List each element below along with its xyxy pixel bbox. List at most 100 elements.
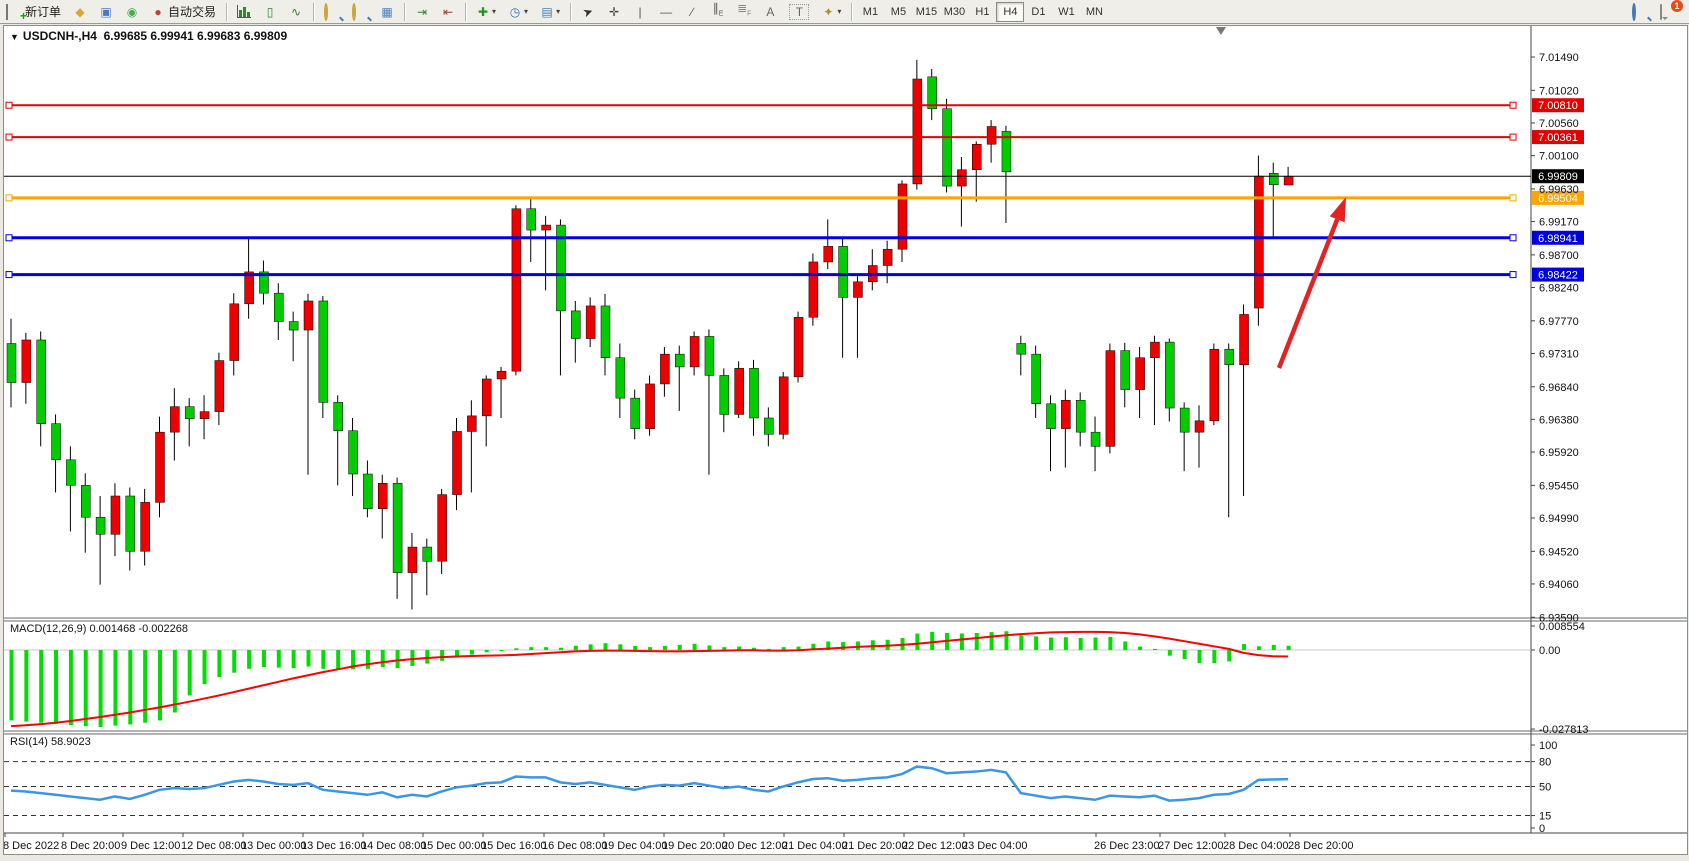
candlestick — [972, 144, 981, 170]
period-button-m15[interactable]: M15 — [912, 2, 940, 22]
candlestick — [779, 377, 788, 434]
candlestick — [334, 402, 343, 430]
line-chart-button[interactable]: ∿ — [284, 1, 308, 23]
candlestick — [1195, 421, 1204, 432]
periods-clock-button[interactable]: ◷▾ — [503, 1, 533, 23]
candlestick — [1210, 349, 1219, 421]
zoom-in-button[interactable] — [319, 1, 345, 23]
hline-endpoint-marker[interactable] — [1510, 272, 1516, 278]
chart-shift-marker[interactable] — [1216, 27, 1226, 35]
hline-endpoint-marker[interactable] — [1510, 235, 1516, 241]
candlestick — [957, 170, 966, 186]
cursor-button[interactable]: ➤ — [576, 1, 600, 23]
period-button-w1[interactable]: W1 — [1052, 2, 1080, 22]
time-tick-label: 8 Dec 20:00 — [61, 840, 120, 852]
price-tick-label: 6.94060 — [1539, 579, 1579, 591]
candlestick — [1240, 314, 1249, 364]
period-button-m5[interactable]: M5 — [884, 2, 912, 22]
signals-button[interactable]: ◉ — [120, 1, 144, 23]
hline-endpoint-marker[interactable] — [6, 272, 12, 278]
hline-endpoint-marker[interactable] — [6, 102, 12, 108]
trend-arrow[interactable] — [1279, 219, 1337, 368]
candlestick — [289, 322, 298, 331]
macd-bar — [871, 640, 875, 650]
collapse-icon[interactable]: ▼ — [10, 32, 19, 42]
trend-arrow-head[interactable] — [1330, 197, 1346, 222]
crosshair-button[interactable]: ✛ — [602, 1, 626, 23]
macd-bar — [1287, 646, 1291, 650]
ohlc-values: 6.99685 6.99941 6.99683 6.99809 — [104, 29, 288, 43]
equidistant-channel-button[interactable]: ∥E — [706, 1, 730, 23]
chart-shift-button[interactable]: ⇤ — [436, 1, 460, 23]
search-button[interactable] — [1627, 1, 1653, 23]
macd-bar — [1183, 650, 1187, 659]
time-tick-label: 20 Dec 12:00 — [722, 840, 787, 852]
auto-scroll-button[interactable]: ⇥ — [410, 1, 434, 23]
templates-button[interactable]: ▤▾ — [535, 1, 565, 23]
tile-windows-button[interactable]: ▦ — [375, 1, 399, 23]
period-button-d1[interactable]: D1 — [1024, 2, 1052, 22]
price-tick-label: 6.99170 — [1539, 217, 1579, 229]
candlestick — [170, 407, 179, 433]
candlestick — [7, 344, 16, 383]
price-badge-label: 6.99809 — [1538, 171, 1578, 183]
arrows-button[interactable]: ✦▾ — [816, 1, 846, 23]
macd-bar — [54, 650, 58, 724]
period-button-h1[interactable]: H1 — [968, 2, 996, 22]
candlestick — [1284, 176, 1293, 185]
price-tick-label: 6.98700 — [1539, 250, 1579, 262]
notification-badge: 1 — [1671, 0, 1683, 12]
trend-line-button[interactable]: ∕ — [680, 1, 704, 23]
macd-bar — [960, 634, 964, 650]
candle-chart-button[interactable]: ▯ — [258, 1, 282, 23]
candlestick — [1091, 432, 1100, 446]
price-tick-label: 6.96840 — [1539, 382, 1579, 394]
charts-button[interactable]: ◆ — [68, 1, 92, 23]
vertical-line-button[interactable]: | — [628, 1, 652, 23]
period-button-m30[interactable]: M30 — [940, 2, 968, 22]
macd-bar — [485, 650, 489, 652]
candlestick — [943, 109, 952, 186]
macd-bar — [307, 650, 311, 666]
macd-bar — [1123, 641, 1127, 650]
notifications-button[interactable]: 1 — [1655, 1, 1681, 23]
macd-bar — [336, 650, 340, 669]
hline-endpoint-marker[interactable] — [1510, 134, 1516, 140]
macd-bar — [604, 643, 608, 650]
macd-bar — [1034, 636, 1038, 650]
text-label-button[interactable]: T — [784, 1, 814, 23]
candlestick — [809, 262, 818, 317]
horizontal-line-icon: — — [659, 5, 673, 19]
fibonacci-button[interactable]: ≣F — [732, 1, 756, 23]
horizontal-line-button[interactable]: — — [654, 1, 678, 23]
macd-bar — [321, 650, 325, 669]
hline-endpoint-marker[interactable] — [6, 195, 12, 201]
candlestick — [52, 424, 61, 460]
chat-icon: 1 — [1660, 5, 1676, 19]
terminal-button[interactable]: ▣ — [94, 1, 118, 23]
new-order-button[interactable]: 新订单 — [1, 1, 66, 23]
period-button-m1[interactable]: M1 — [856, 2, 884, 22]
macd-bar — [915, 634, 919, 650]
macd-bar — [173, 650, 177, 713]
hline-endpoint-marker[interactable] — [1510, 102, 1516, 108]
search-icon — [1632, 5, 1648, 19]
period-button-h4[interactable]: H4 — [996, 2, 1024, 22]
time-tick-label: 23 Dec 04:00 — [962, 840, 1027, 852]
zoom-out-button[interactable] — [347, 1, 373, 23]
time-tick-label: 19 Dec 04:00 — [602, 840, 667, 852]
time-tick-label: 27 Dec 12:00 — [1158, 840, 1223, 852]
trend-line-icon: ∕ — [685, 5, 699, 19]
macd-bar — [203, 650, 207, 684]
hline-endpoint-marker[interactable] — [6, 235, 12, 241]
period-button-mn[interactable]: MN — [1080, 2, 1108, 22]
macd-bar — [262, 650, 266, 667]
text-button[interactable]: A — [758, 1, 782, 23]
macd-bar — [1153, 649, 1157, 650]
indicators-add-button[interactable]: ✚▾ — [471, 1, 501, 23]
hline-endpoint-marker[interactable] — [1510, 195, 1516, 201]
bar-chart-button[interactable] — [232, 1, 256, 23]
candlestick — [423, 547, 432, 561]
hline-endpoint-marker[interactable] — [6, 134, 12, 140]
autotrade-button[interactable]: ● 自动交易 — [146, 1, 221, 23]
